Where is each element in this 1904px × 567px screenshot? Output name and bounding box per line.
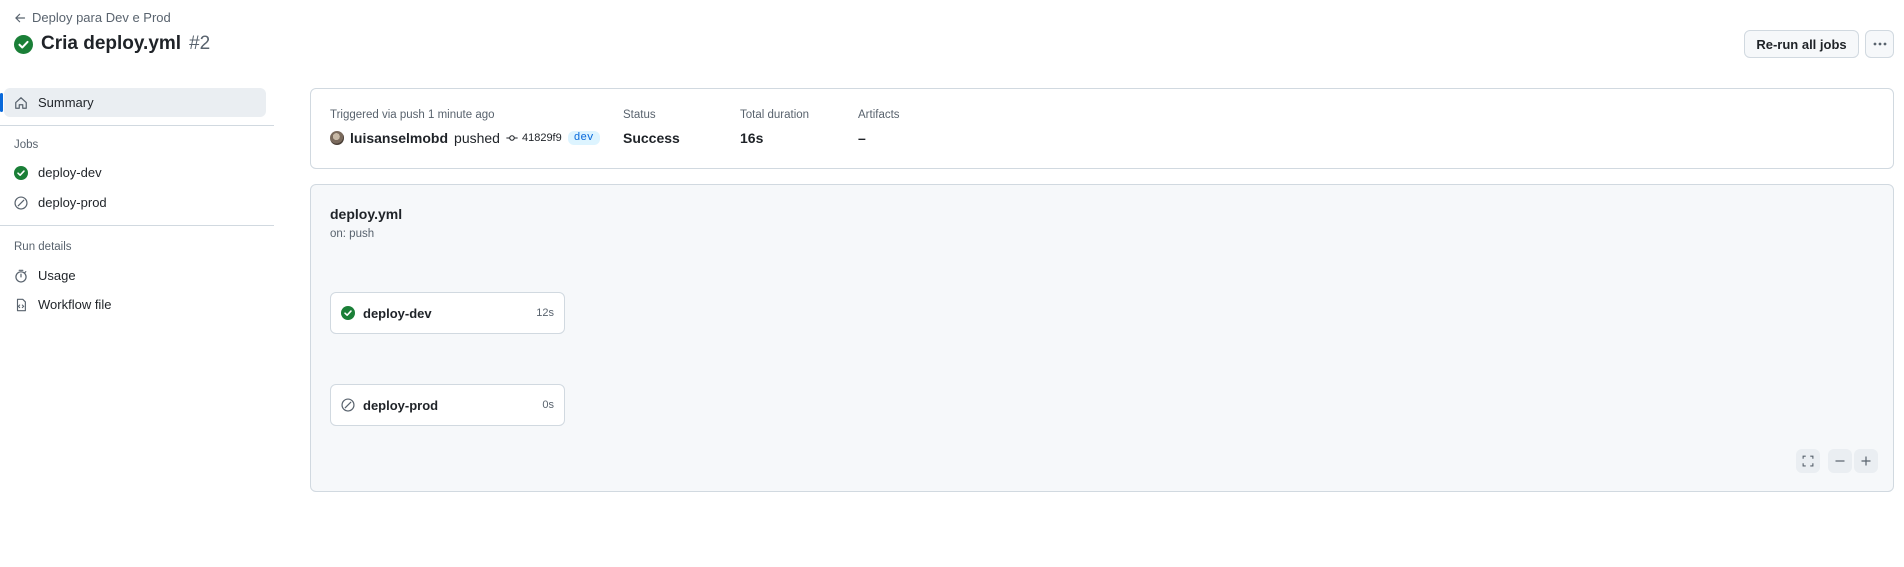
check-circle-icon: [341, 306, 355, 320]
artifacts-label: Artifacts: [858, 109, 900, 121]
trigger-value: luisanselmobd pushed 41829f9 dev: [330, 130, 600, 146]
sidebar-item-deploy-prod[interactable]: deploy-prod: [14, 195, 107, 210]
branch-badge[interactable]: dev: [567, 131, 600, 145]
job-duration: 12s: [536, 307, 554, 319]
workflow-graph: deploy.yml on: push deploy-dev 12s deplo…: [310, 184, 1894, 492]
trigger-label: Triggered via push 1 minute ago: [330, 109, 495, 121]
more-options-button[interactable]: [1865, 30, 1894, 58]
run-title: Cria deploy.yml: [41, 33, 182, 54]
back-link-label: Deploy para Dev e Prod: [32, 10, 171, 25]
run-details-heading: Run details: [14, 241, 72, 253]
sidebar-item-label: Summary: [38, 95, 94, 110]
rerun-all-jobs-button[interactable]: Re-run all jobs: [1744, 30, 1859, 58]
home-icon: [14, 96, 28, 110]
status-value: Success: [623, 130, 680, 146]
job-card-deploy-prod[interactable]: deploy-prod 0s: [330, 384, 565, 426]
run-summary-card: Triggered via push 1 minute ago luisanse…: [310, 88, 1894, 169]
stopwatch-icon: [14, 269, 28, 283]
check-circle-icon: [14, 34, 33, 54]
arrow-left-icon: [14, 12, 26, 24]
sidebar-item-label: Workflow file: [38, 297, 112, 312]
file-code-icon: [14, 298, 28, 312]
status-label: Status: [623, 109, 656, 121]
plus-icon: [1860, 455, 1872, 467]
page-title: Cria deploy.yml #2: [14, 33, 210, 55]
job-card-deploy-dev[interactable]: deploy-dev 12s: [330, 292, 565, 334]
job-name: deploy-dev: [363, 305, 432, 321]
git-commit-icon: [506, 134, 518, 142]
user-link[interactable]: luisanselmobd: [350, 130, 448, 146]
sidebar-item-summary[interactable]: Summary: [0, 88, 266, 117]
run-number: #2: [189, 33, 211, 54]
divider: [0, 125, 274, 126]
skip-icon: [14, 195, 28, 210]
screen-full-icon: [1802, 455, 1814, 467]
sidebar-item-label: Usage: [38, 268, 76, 283]
workflow-trigger: on: push: [330, 228, 375, 240]
commit-link[interactable]: 41829f9: [506, 132, 562, 144]
job-name: deploy-prod: [363, 397, 439, 413]
dash-icon: [1834, 455, 1846, 467]
back-link[interactable]: Deploy para Dev e Prod: [14, 10, 171, 25]
action-text: pushed: [454, 130, 500, 146]
divider: [0, 225, 274, 226]
job-duration: 0s: [542, 399, 554, 411]
workflow-name: deploy.yml: [330, 206, 403, 222]
sidebar-item-usage[interactable]: Usage: [14, 268, 76, 283]
sidebar-item-label: deploy-dev: [38, 165, 102, 180]
commit-sha: 41829f9: [521, 132, 562, 144]
sidebar-item-deploy-dev[interactable]: deploy-dev: [14, 165, 102, 180]
skip-icon: [341, 398, 355, 412]
fullscreen-button[interactable]: [1796, 449, 1820, 473]
duration-value: 16s: [740, 130, 764, 146]
kebab-horizontal-icon: [1873, 42, 1887, 46]
zoom-out-button[interactable]: [1828, 449, 1852, 473]
sidebar-item-workflow-file[interactable]: Workflow file: [14, 297, 111, 312]
jobs-heading: Jobs: [14, 139, 39, 151]
avatar[interactable]: [330, 131, 344, 145]
zoom-in-button[interactable]: [1854, 449, 1878, 473]
check-circle-icon: [14, 165, 28, 180]
duration-label: Total duration: [740, 109, 810, 121]
sidebar-item-label: deploy-prod: [38, 195, 107, 210]
artifacts-value: –: [858, 130, 866, 146]
